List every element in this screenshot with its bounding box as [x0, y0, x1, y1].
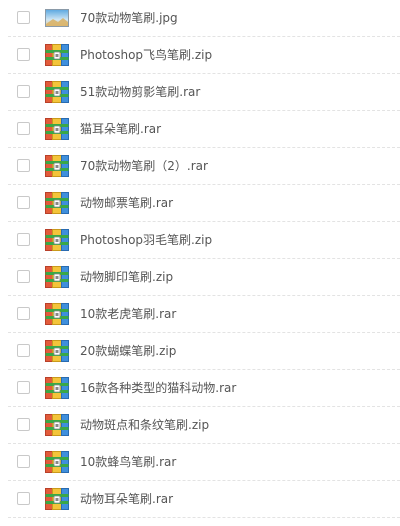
file-row[interactable]: Photoshop飞鸟笔刷.zip [0, 37, 400, 74]
file-checkbox[interactable] [17, 233, 30, 246]
file-name[interactable]: 10款蜂鸟笔刷.rar [80, 444, 176, 481]
file-name[interactable]: 动物邮票笔刷.rar [80, 185, 173, 222]
file-row[interactable]: 70款动物笔刷（2）.rar [0, 148, 400, 185]
file-checkbox[interactable] [17, 455, 30, 468]
archive-file-icon [45, 488, 69, 510]
file-row[interactable]: 20款蝴蝶笔刷.zip [0, 333, 400, 370]
file-row[interactable]: 10款蜂鸟笔刷.rar [0, 444, 400, 481]
archive-file-icon [45, 340, 69, 362]
file-checkbox[interactable] [17, 159, 30, 172]
file-checkbox[interactable] [17, 196, 30, 209]
file-name[interactable]: 70款动物笔刷（2）.rar [80, 148, 208, 185]
file-name[interactable]: 动物脚印笔刷.zip [80, 259, 173, 296]
file-row[interactable]: 16款各种类型的猫科动物.rar [0, 370, 400, 407]
file-checkbox[interactable] [17, 48, 30, 61]
file-name[interactable]: 51款动物剪影笔刷.rar [80, 74, 200, 111]
file-row[interactable]: 动物斑点和条纹笔刷.zip [0, 407, 400, 444]
file-name[interactable]: 动物耳朵笔刷.rar [80, 481, 173, 518]
archive-file-icon [45, 451, 69, 473]
file-name[interactable]: 动物斑点和条纹笔刷.zip [80, 407, 209, 444]
row-divider [8, 517, 400, 518]
archive-file-icon [45, 81, 69, 103]
file-row[interactable]: Photoshop羽毛笔刷.zip [0, 222, 400, 259]
archive-file-icon [45, 377, 69, 399]
file-checkbox[interactable] [17, 307, 30, 320]
file-checkbox[interactable] [17, 122, 30, 135]
file-row[interactable]: 动物耳朵笔刷.rar [0, 481, 400, 518]
file-name[interactable]: 10款老虎笔刷.rar [80, 296, 176, 333]
image-file-icon [45, 7, 69, 29]
archive-file-icon [45, 414, 69, 436]
file-checkbox[interactable] [17, 11, 30, 24]
file-checkbox[interactable] [17, 418, 30, 431]
archive-file-icon [45, 266, 69, 288]
file-list: 70款动物笔刷.jpg Photoshop飞鸟笔刷.zip 51款动物剪影笔刷.ra… [0, 0, 400, 526]
archive-file-icon [45, 118, 69, 140]
file-name[interactable]: 20款蝴蝶笔刷.zip [80, 333, 176, 370]
archive-file-icon [45, 192, 69, 214]
file-row[interactable]: 动物脚印笔刷.zip [0, 259, 400, 296]
file-checkbox[interactable] [17, 344, 30, 357]
file-row[interactable]: 70款动物笔刷.jpg [0, 0, 400, 37]
file-row[interactable]: 51款动物剪影笔刷.rar [0, 74, 400, 111]
file-row[interactable]: 猫耳朵笔刷.rar [0, 111, 400, 148]
file-name[interactable]: 70款动物笔刷.jpg [80, 0, 178, 37]
file-checkbox[interactable] [17, 85, 30, 98]
archive-file-icon [45, 303, 69, 325]
file-checkbox[interactable] [17, 270, 30, 283]
archive-file-icon [45, 44, 69, 66]
file-row[interactable]: 动物邮票笔刷.rar [0, 185, 400, 222]
file-checkbox[interactable] [17, 492, 30, 505]
file-row[interactable]: 10款老虎笔刷.rar [0, 296, 400, 333]
file-name[interactable]: Photoshop羽毛笔刷.zip [80, 222, 212, 259]
archive-file-icon [45, 155, 69, 177]
file-checkbox[interactable] [17, 381, 30, 394]
file-name[interactable]: 猫耳朵笔刷.rar [80, 111, 161, 148]
file-name[interactable]: Photoshop飞鸟笔刷.zip [80, 37, 212, 74]
file-name[interactable]: 16款各种类型的猫科动物.rar [80, 370, 236, 407]
archive-file-icon [45, 229, 69, 251]
